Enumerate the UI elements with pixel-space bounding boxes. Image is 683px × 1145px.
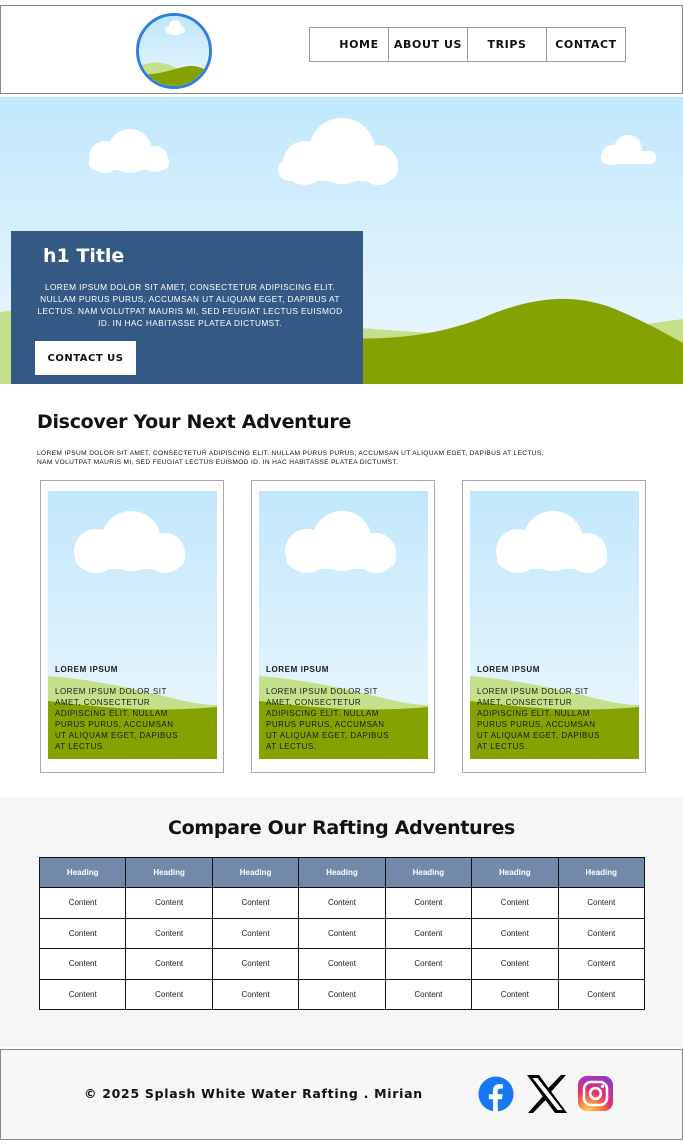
site-header: HOME ABOUT US TRIPS CONTACT [0, 5, 683, 94]
card-text: LOREM IPSUM DOLOR SIT AMET, CONSECTETUR … [477, 687, 600, 751]
hero-description: LOREM IPSUM DOLOR SIT AMET, CONSECTETUR … [37, 282, 343, 328]
table-row: Content Content Content Content Content … [38, 978, 646, 1010]
adventure-card[interactable]: LOREM IPSUM LOREM IPSUM DOLOR SIT AMET, … [462, 480, 646, 773]
table-header-cell: Heading [557, 857, 646, 888]
table-cell: Content [298, 948, 386, 980]
table-cell: Content [125, 887, 213, 919]
table-cell: Content [384, 887, 473, 919]
nav-home[interactable]: HOME [309, 27, 389, 62]
hero-title: h1 Title [43, 245, 125, 267]
table-header-cell: Heading [384, 857, 473, 888]
compare-section: Compare Our Rafting Adventures Heading H… [0, 797, 683, 1047]
table-row: Content Content Content Content Content … [38, 948, 646, 980]
logo[interactable] [136, 13, 212, 89]
table-cell: Content [298, 978, 386, 1010]
table-header-cell: Heading [298, 857, 386, 888]
table-cell: Content [38, 978, 127, 1010]
table-header-cell: Heading [38, 857, 127, 888]
table-cell: Content [211, 948, 300, 980]
discover-description: LOREM IPSUM DOLOR SIT AMET, CONSECTETUR … [37, 450, 544, 466]
table-cell: Content [557, 887, 646, 919]
table-cell: Content [384, 948, 473, 980]
table-row: Content Content Content Content Content … [38, 917, 646, 949]
table-header-cell: Heading [471, 857, 559, 888]
adventure-card[interactable]: LOREM IPSUM LOREM IPSUM DOLOR SIT AMET, … [251, 480, 435, 773]
table-cell: Content [38, 948, 127, 980]
table-cell: Content [298, 887, 386, 919]
table-header-cell: Heading [211, 857, 300, 888]
discover-title: Discover Your Next Adventure [37, 411, 352, 433]
table-cell: Content [557, 978, 646, 1010]
card-title: LOREM IPSUM [55, 665, 119, 674]
table-cell: Content [384, 978, 473, 1010]
table-cell: Content [471, 948, 559, 980]
table-cell: Content [384, 917, 473, 949]
hero-banner: h1 Title LOREM IPSUM DOLOR SIT AMET, CON… [0, 97, 683, 384]
instagram-icon[interactable] [578, 1076, 613, 1111]
table-cell: Content [471, 917, 559, 949]
card-title: LOREM IPSUM [477, 665, 541, 674]
copyright-text: © 2025 Splash White Water Rafting . Miri… [84, 1086, 423, 1101]
compare-title: Compare Our Rafting Adventures [167, 817, 516, 839]
table-header-cell: Heading [125, 857, 213, 888]
contact-us-button[interactable]: CONTACT US [35, 341, 136, 375]
main-nav: HOME ABOUT US TRIPS CONTACT [309, 27, 626, 62]
hero-content-box: h1 Title LOREM IPSUM DOLOR SIT AMET, CON… [11, 231, 363, 384]
table-cell: Content [557, 917, 646, 949]
table-cell: Content [557, 948, 646, 980]
table-cell: Content [471, 978, 559, 1010]
card-text: LOREM IPSUM DOLOR SIT AMET, CONSECTETUR … [266, 687, 389, 751]
table-cell: Content [211, 917, 300, 949]
table-cell: Content [471, 887, 559, 919]
table-cell: Content [211, 887, 300, 919]
table-cell: Content [38, 887, 127, 919]
table-cell: Content [125, 948, 213, 980]
x-icon[interactable] [526, 1074, 568, 1114]
table-row: Content Content Content Content Content … [38, 887, 646, 919]
nav-about-us[interactable]: ABOUT US [388, 27, 468, 62]
card-text: LOREM IPSUM DOLOR SIT AMET, CONSECTETUR … [55, 687, 178, 751]
table-header-row: Heading Heading Heading Heading Heading … [38, 857, 646, 888]
table-cell: Content [125, 917, 213, 949]
table-cell: Content [38, 917, 127, 949]
table-cell: Content [298, 917, 386, 949]
comparison-table: Heading Heading Heading Heading Heading … [38, 857, 646, 1010]
site-footer: © 2025 Splash White Water Rafting . Miri… [0, 1049, 683, 1140]
card-title: LOREM IPSUM [266, 665, 330, 674]
table-cell: Content [211, 978, 300, 1010]
adventure-card[interactable]: LOREM IPSUM LOREM IPSUM DOLOR SIT AMET, … [40, 480, 224, 773]
nav-contact[interactable]: CONTACT [546, 27, 626, 62]
table-cell: Content [125, 978, 213, 1010]
facebook-icon[interactable] [478, 1076, 514, 1112]
nav-trips[interactable]: TRIPS [467, 27, 547, 62]
